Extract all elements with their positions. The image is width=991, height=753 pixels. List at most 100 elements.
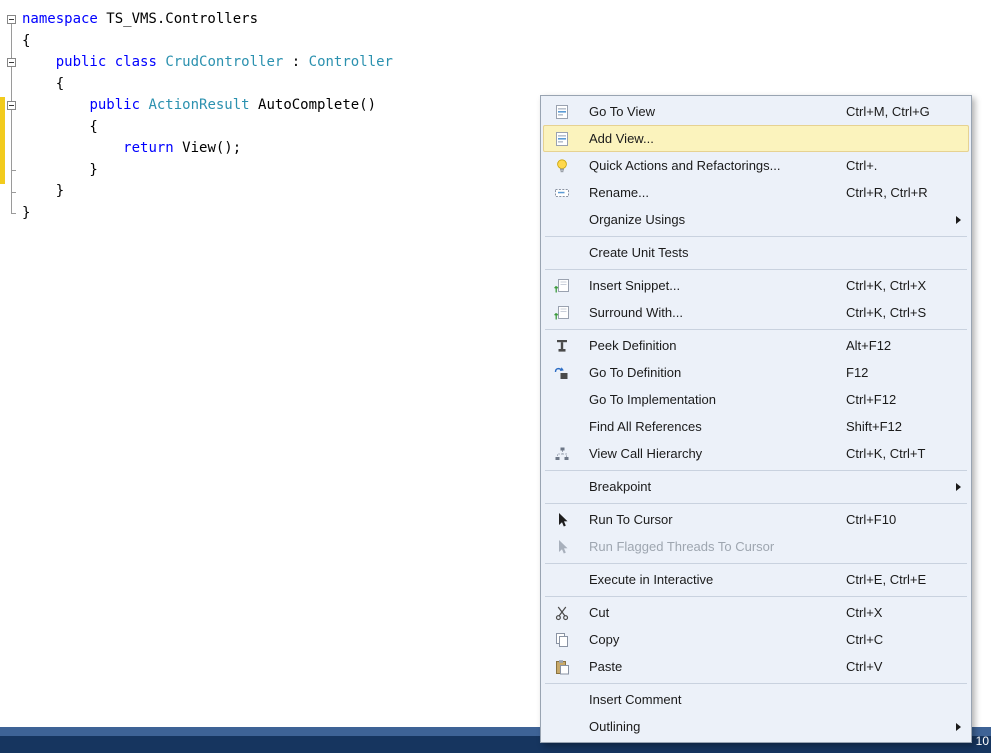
menu-item-label: Run Flagged Threads To Cursor xyxy=(589,539,775,554)
surround-with-icon xyxy=(553,304,571,322)
menu-item-shortcut: F12 xyxy=(846,365,869,380)
menu-item-label: Paste xyxy=(589,659,623,674)
menu-separator xyxy=(545,562,967,564)
paste-icon xyxy=(553,658,571,676)
menu-item-create-unit-tests[interactable]: Create Unit Tests xyxy=(541,239,971,266)
menu-item-go-to-view[interactable]: Go To View Ctrl+M, Ctrl+G xyxy=(541,98,971,125)
menu-item-shortcut: Shift+F12 xyxy=(846,419,903,434)
menu-item-label: Insert Snippet... xyxy=(589,278,681,293)
fold-end-tick xyxy=(11,170,16,171)
menu-item-label: Go To Implementation xyxy=(589,392,716,407)
menu-item-go-to-definition[interactable]: Go To Definition F12 xyxy=(541,359,971,386)
code-line: namespace TS_VMS.Controllers xyxy=(22,11,259,27)
menu-item-run-flagged-threads-to-cursor: Run Flagged Threads To Cursor xyxy=(541,533,971,560)
menu-item-shortcut: Ctrl+R, Ctrl+R xyxy=(846,185,928,200)
menu-item-shortcut: Ctrl+C xyxy=(846,632,884,647)
menu-item-cut[interactable]: Cut Ctrl+X xyxy=(541,599,971,626)
code-line: { xyxy=(22,32,31,49)
menu-item-insert-comment[interactable]: Insert Comment xyxy=(541,686,971,713)
menu-separator xyxy=(545,268,967,270)
goto-definition-icon xyxy=(553,364,571,382)
menu-item-insert-snippet[interactable]: Insert Snippet... Ctrl+K, Ctrl+X xyxy=(541,272,971,299)
submenu-arrow-icon xyxy=(956,215,961,224)
code-line: { xyxy=(22,75,65,92)
menu-item-rename[interactable]: Rename... Ctrl+R, Ctrl+R xyxy=(541,179,971,206)
cut-icon xyxy=(553,604,571,622)
peek-definition-icon xyxy=(553,337,571,355)
add-view-icon xyxy=(553,130,571,148)
menu-item-icon-slot xyxy=(553,391,571,409)
menu-item-label: Execute in Interactive xyxy=(589,572,714,587)
submenu-arrow-icon xyxy=(956,482,961,491)
menu-item-icon-slot xyxy=(553,478,571,496)
menu-item-label: Copy xyxy=(589,632,620,647)
run-flagged-icon xyxy=(553,538,571,556)
lightbulb-icon xyxy=(553,157,571,175)
menu-item-peek-definition[interactable]: Peek Definition Alt+F12 xyxy=(541,332,971,359)
menu-item-shortcut: Ctrl+X xyxy=(846,605,883,620)
menu-item-surround-with[interactable]: Surround With... Ctrl+K, Ctrl+S xyxy=(541,299,971,326)
insert-snippet-icon xyxy=(553,277,571,295)
menu-item-label: Peek Definition xyxy=(589,338,677,353)
menu-item-go-to-implementation[interactable]: Go To Implementation Ctrl+F12 xyxy=(541,386,971,413)
menu-separator xyxy=(545,235,967,237)
menu-item-label: Run To Cursor xyxy=(589,512,673,527)
status-right-text: 10 xyxy=(975,734,989,748)
menu-item-label: Rename... xyxy=(589,185,649,200)
menu-item-run-to-cursor[interactable]: Run To Cursor Ctrl+F10 xyxy=(541,506,971,533)
menu-item-icon-slot xyxy=(553,418,571,436)
copy-icon xyxy=(553,631,571,649)
menu-item-add-view[interactable]: Add View... xyxy=(543,125,969,152)
menu-item-label: Surround With... xyxy=(589,305,683,320)
menu-separator xyxy=(545,595,967,597)
menu-item-shortcut: Ctrl+K, Ctrl+S xyxy=(846,305,927,320)
menu-item-label: Create Unit Tests xyxy=(589,245,689,260)
menu-item-icon-slot xyxy=(553,244,571,262)
menu-item-label: Quick Actions and Refactorings... xyxy=(589,158,781,173)
menu-item-label: Insert Comment xyxy=(589,692,682,707)
menu-item-outlining[interactable]: Outlining xyxy=(541,713,971,740)
menu-item-shortcut: Ctrl+. xyxy=(846,158,878,173)
submenu-arrow-icon xyxy=(956,722,961,731)
fold-structure-line xyxy=(11,24,12,214)
menu-separator xyxy=(545,682,967,684)
menu-separator xyxy=(545,469,967,471)
menu-separator xyxy=(545,328,967,330)
fold-end-tick xyxy=(11,213,16,214)
menu-item-copy[interactable]: Copy Ctrl+C xyxy=(541,626,971,653)
menu-item-find-all-references[interactable]: Find All References Shift+F12 xyxy=(541,413,971,440)
menu-item-icon-slot xyxy=(553,691,571,709)
menu-item-label: View Call Hierarchy xyxy=(589,446,703,461)
fold-collapse-box-class[interactable] xyxy=(7,58,16,67)
menu-item-label: Cut xyxy=(589,605,610,620)
fold-collapse-box-method[interactable] xyxy=(7,101,16,110)
menu-separator xyxy=(545,502,967,504)
menu-item-view-call-hierarchy[interactable]: View Call Hierarchy Ctrl+K, Ctrl+T xyxy=(541,440,971,467)
menu-item-shortcut: Ctrl+E, Ctrl+E xyxy=(846,572,927,587)
code-line: public class CrudController : Controller xyxy=(55,54,393,70)
menu-item-quick-actions-and-refactorings[interactable]: Quick Actions and Refactorings... Ctrl+. xyxy=(541,152,971,179)
menu-item-icon-slot xyxy=(553,571,571,589)
menu-item-shortcut: Alt+F12 xyxy=(846,338,892,353)
menu-item-shortcut: Ctrl+V xyxy=(846,659,883,674)
fold-end-tick xyxy=(11,192,16,193)
menu-item-shortcut: Ctrl+K, Ctrl+T xyxy=(846,446,926,461)
fold-collapse-box-namespace[interactable] xyxy=(7,15,16,24)
call-hierarchy-icon xyxy=(553,445,571,463)
menu-item-label: Find All References xyxy=(589,419,702,434)
menu-item-shortcut: Ctrl+M, Ctrl+G xyxy=(846,104,930,119)
menu-item-label: Outlining xyxy=(589,719,641,734)
menu-item-icon-slot xyxy=(553,718,571,736)
menu-item-label: Organize Usings xyxy=(589,212,686,227)
menu-item-shortcut: Ctrl+F10 xyxy=(846,512,897,527)
menu-item-breakpoint[interactable]: Breakpoint xyxy=(541,473,971,500)
menu-item-label: Go To View xyxy=(589,104,656,119)
menu-item-paste[interactable]: Paste Ctrl+V xyxy=(541,653,971,680)
menu-item-execute-in-interactive[interactable]: Execute in Interactive Ctrl+E, Ctrl+E xyxy=(541,566,971,593)
menu-item-label: Add View... xyxy=(589,131,654,146)
goto-view-icon xyxy=(553,103,571,121)
menu-item-icon-slot xyxy=(553,211,571,229)
run-to-cursor-icon xyxy=(553,511,571,529)
change-tracking-bar xyxy=(0,97,5,184)
menu-item-organize-usings[interactable]: Organize Usings xyxy=(541,206,971,233)
